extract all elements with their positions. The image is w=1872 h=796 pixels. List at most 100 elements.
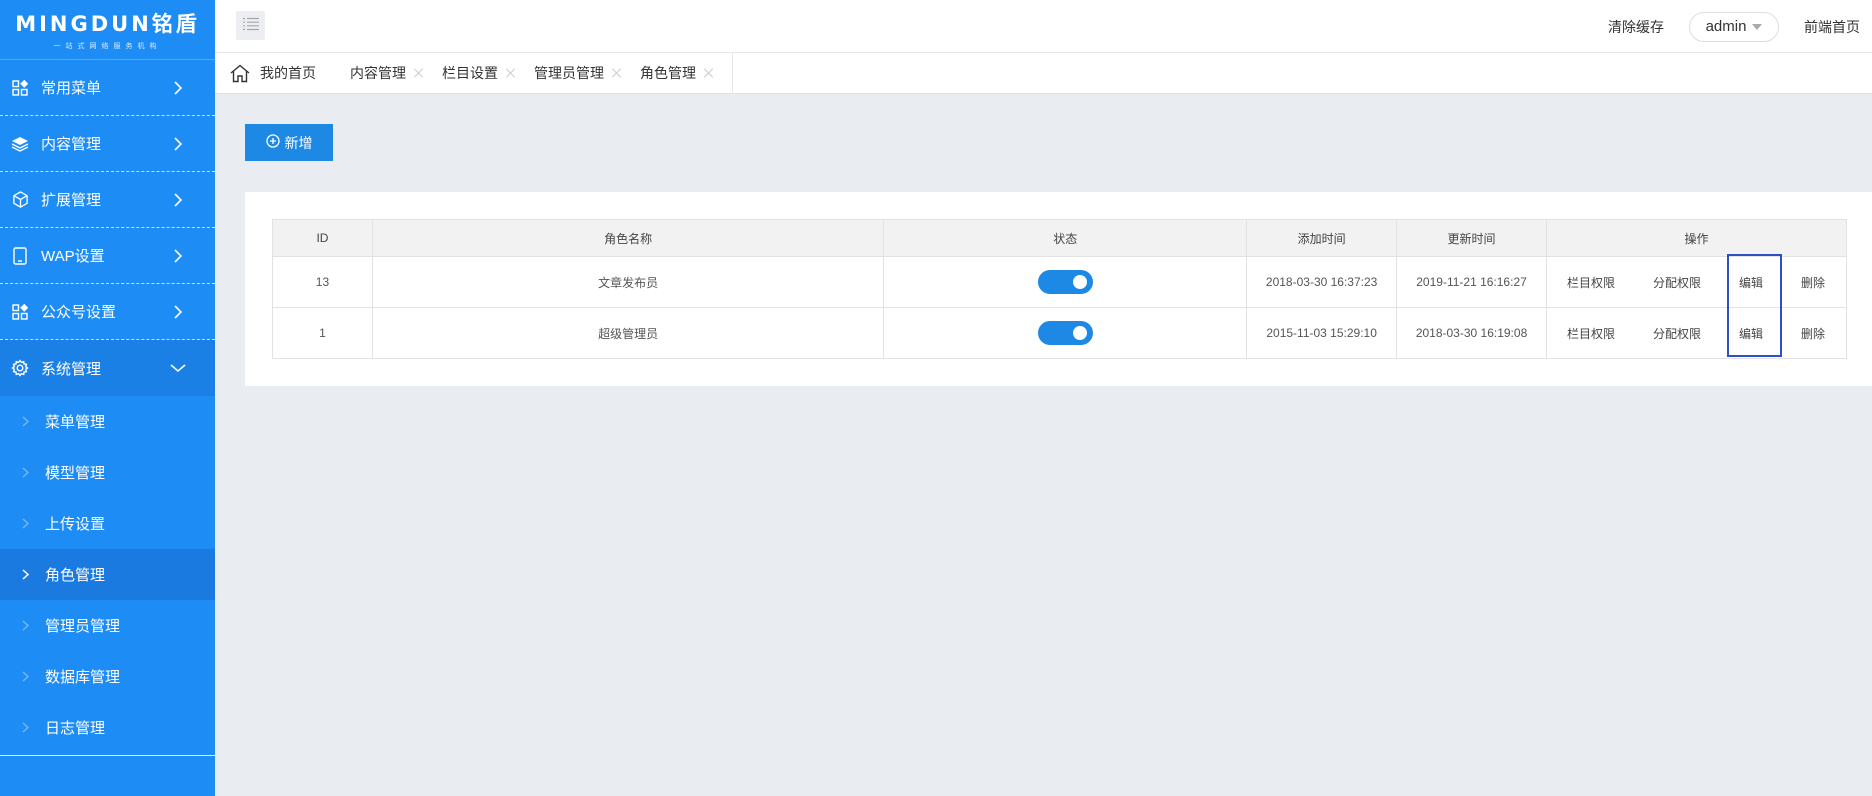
cell-updated: 2018-03-30 16:19:08 bbox=[1396, 307, 1547, 359]
cube-icon bbox=[10, 190, 30, 210]
sidebar-item-wap[interactable]: WAP设置 bbox=[0, 228, 215, 284]
tab-bar: 我的首页 内容管理 栏目设置 管理员管理 角色管理 bbox=[215, 52, 1872, 94]
sidebar-item-label: 常用菜单 bbox=[41, 80, 102, 97]
sidebar-subitem-log[interactable]: 日志管理 bbox=[0, 702, 215, 753]
sidebar-toggle-button[interactable] bbox=[236, 11, 265, 40]
sidebar-divider bbox=[0, 755, 215, 756]
caret-down-icon bbox=[1752, 23, 1763, 30]
sidebar-item-label: 扩展管理 bbox=[41, 192, 102, 209]
sidebar: MINGDUN铭盾 一站式网络服务机构 常用菜单 内容管理 扩展管理 WAP设置 bbox=[0, 0, 215, 796]
tab-label: 栏目设置 bbox=[442, 65, 498, 81]
cell-actions: 栏目权限 分配权限 编辑 删除 bbox=[1545, 307, 1848, 359]
column-permission-link[interactable]: 栏目权限 bbox=[1547, 325, 1635, 342]
assign-permission-link[interactable]: 分配权限 bbox=[1635, 325, 1719, 342]
sidebar-subitem-admin[interactable]: 管理员管理 bbox=[0, 600, 215, 651]
user-dropdown[interactable]: admin bbox=[1689, 11, 1779, 42]
toggle-knob bbox=[1072, 326, 1087, 340]
logo[interactable]: MINGDUN铭盾 一站式网络服务机构 bbox=[0, 0, 215, 60]
logo-tagline: 一站式网络服务机构 bbox=[53, 43, 162, 50]
chevron-right-icon bbox=[22, 416, 34, 427]
column-header-id: ID bbox=[272, 219, 373, 257]
column-header-actions: 操作 bbox=[1545, 219, 1848, 257]
delete-link[interactable]: 删除 bbox=[1783, 325, 1843, 342]
tab-columns[interactable]: 栏目设置 bbox=[442, 53, 534, 94]
sidebar-subitem-label: 数据库管理 bbox=[45, 669, 121, 686]
chevron-right-icon bbox=[167, 133, 189, 155]
logo-text: MINGDUN铭盾 bbox=[15, 12, 200, 36]
sidebar-subitem-label: 菜单管理 bbox=[45, 414, 106, 431]
cell-actions: 栏目权限 分配权限 编辑 删除 bbox=[1545, 256, 1848, 308]
plus-circle-icon bbox=[265, 134, 285, 151]
column-header-status: 状态 bbox=[883, 219, 1248, 257]
tab-roles[interactable]: 角色管理 bbox=[640, 52, 733, 94]
toggle-knob bbox=[1072, 275, 1087, 289]
chevron-right-icon bbox=[167, 245, 189, 267]
add-button-label: 新增 bbox=[284, 134, 313, 151]
status-toggle[interactable] bbox=[1037, 321, 1093, 345]
clear-cache-link[interactable]: 清除缓存 bbox=[1608, 17, 1664, 37]
chevron-right-icon bbox=[22, 467, 34, 478]
sidebar-subitem-label: 模型管理 bbox=[45, 465, 106, 482]
chevron-right-icon bbox=[167, 189, 189, 211]
close-icon[interactable] bbox=[612, 68, 622, 78]
delete-link[interactable]: 删除 bbox=[1783, 274, 1843, 291]
chevron-right-icon bbox=[22, 671, 34, 682]
chevron-right-icon bbox=[167, 301, 189, 323]
sidebar-item-extensions[interactable]: 扩展管理 bbox=[0, 172, 215, 228]
status-toggle[interactable] bbox=[1037, 270, 1093, 294]
sidebar-subitem-label: 管理员管理 bbox=[45, 618, 121, 635]
chevron-down-icon bbox=[167, 357, 189, 379]
close-icon[interactable] bbox=[414, 68, 424, 78]
chevron-right-icon bbox=[22, 569, 34, 580]
role-table-panel: ID 角色名称 状态 添加时间 更新时间 操作 13 文章发布员 2018-03… bbox=[245, 192, 1872, 386]
table-row: 13 文章发布员 2018-03-30 16:37:23 2019-11-21 … bbox=[272, 256, 1848, 308]
gear-icon bbox=[10, 358, 30, 378]
close-icon[interactable] bbox=[506, 68, 516, 78]
table-row: 1 超级管理员 2015-11-03 15:29:10 2018-03-30 1… bbox=[272, 307, 1848, 359]
chevron-right-icon bbox=[22, 620, 34, 631]
layers-icon bbox=[10, 134, 30, 154]
cell-id: 13 bbox=[272, 256, 373, 308]
frontend-home-link[interactable]: 前端首页 bbox=[1804, 17, 1860, 37]
column-header-updated: 更新时间 bbox=[1396, 219, 1547, 257]
sidebar-item-label: 公众号设置 bbox=[41, 304, 117, 321]
sidebar-subitem-database[interactable]: 数据库管理 bbox=[0, 651, 215, 702]
chevron-right-icon bbox=[22, 518, 34, 529]
column-header-name: 角色名称 bbox=[371, 219, 885, 257]
tab-label: 管理员管理 bbox=[534, 65, 604, 81]
sidebar-item-common-menu[interactable]: 常用菜单 bbox=[0, 60, 215, 116]
cell-id: 1 bbox=[272, 307, 373, 359]
tab-my-home[interactable]: 我的首页 bbox=[260, 53, 316, 94]
header-actions: 清除缓存 admin 前端首页 bbox=[1608, 0, 1860, 53]
chevron-right-icon bbox=[167, 77, 189, 99]
column-permission-link[interactable]: 栏目权限 bbox=[1547, 274, 1635, 291]
cell-status bbox=[883, 307, 1248, 359]
role-table: ID 角色名称 状态 添加时间 更新时间 操作 13 文章发布员 2018-03… bbox=[272, 219, 1848, 359]
cell-created: 2015-11-03 15:29:10 bbox=[1246, 307, 1398, 359]
top-header: 清除缓存 admin 前端首页 bbox=[215, 0, 1872, 53]
tab-admins[interactable]: 管理员管理 bbox=[534, 53, 640, 94]
sidebar-subitem-upload[interactable]: 上传设置 bbox=[0, 498, 215, 549]
cell-created: 2018-03-30 16:37:23 bbox=[1246, 256, 1398, 308]
sidebar-subitem-menu[interactable]: 菜单管理 bbox=[0, 396, 215, 447]
sidebar-item-wechat[interactable]: 公众号设置 bbox=[0, 284, 215, 340]
tablet-icon bbox=[10, 246, 30, 266]
assign-permission-link[interactable]: 分配权限 bbox=[1635, 274, 1719, 291]
tab-label: 内容管理 bbox=[350, 65, 406, 81]
column-header-created: 添加时间 bbox=[1246, 219, 1398, 257]
edit-link[interactable]: 编辑 bbox=[1719, 274, 1783, 291]
edit-link[interactable]: 编辑 bbox=[1719, 325, 1783, 342]
sidebar-subitem-model[interactable]: 模型管理 bbox=[0, 447, 215, 498]
tab-content[interactable]: 内容管理 bbox=[350, 53, 442, 94]
sidebar-item-system[interactable]: 系统管理 bbox=[0, 340, 215, 396]
sidebar-item-content[interactable]: 内容管理 bbox=[0, 116, 215, 172]
close-icon[interactable] bbox=[704, 68, 714, 78]
add-button[interactable]: 新增 bbox=[245, 124, 333, 161]
sidebar-subitem-role[interactable]: 角色管理 bbox=[0, 549, 215, 600]
sidebar-item-label: 内容管理 bbox=[41, 136, 102, 153]
grid-apps-icon bbox=[10, 78, 30, 98]
home-icon[interactable] bbox=[220, 53, 250, 94]
cell-status bbox=[883, 256, 1248, 308]
cell-role-name: 文章发布员 bbox=[371, 256, 885, 308]
chevron-right-icon bbox=[22, 722, 34, 733]
